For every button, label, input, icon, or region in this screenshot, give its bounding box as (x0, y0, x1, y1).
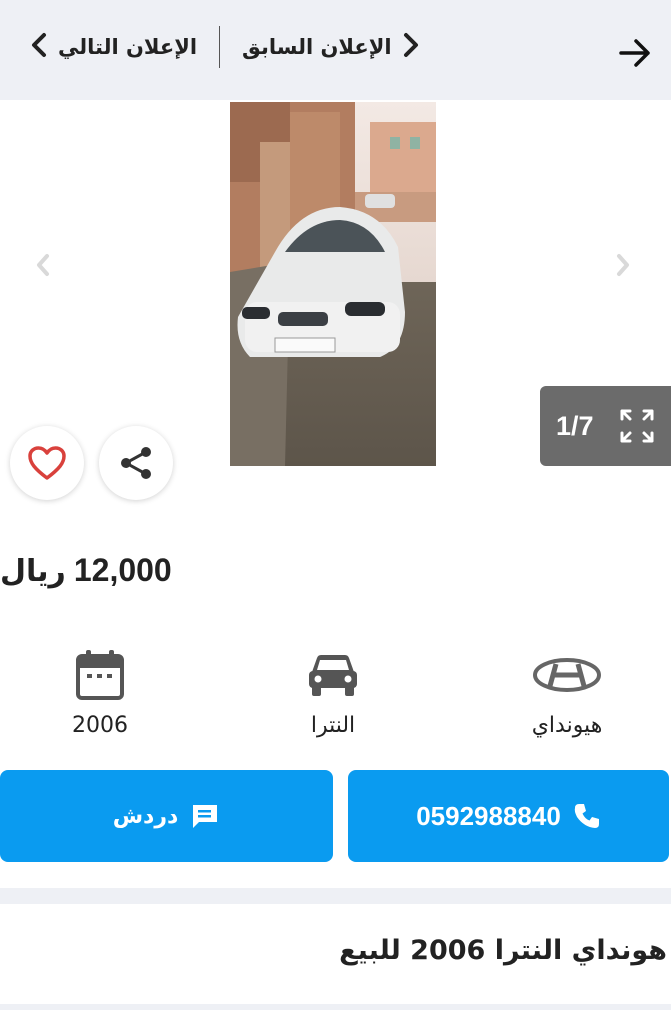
share-icon (121, 447, 151, 479)
car-icon (309, 655, 357, 696)
photo-counter[interactable]: 1/7 (540, 386, 671, 466)
share-button[interactable] (99, 426, 173, 500)
chevron-left-icon (37, 254, 49, 276)
expand-icon (620, 409, 654, 443)
price: ريال 12,000 (0, 552, 172, 589)
hyundai-logo-icon (533, 658, 601, 692)
next-ad-link[interactable]: الإعلان التالي (30, 32, 197, 63)
nav-divider (219, 26, 221, 68)
bottom-separator (0, 1004, 671, 1010)
photo-counter-text: 1/7 (556, 410, 594, 441)
chevron-right-icon (617, 254, 629, 276)
call-button[interactable]: 0592988840 (348, 770, 669, 862)
price-amount: 12,000 (73, 552, 172, 588)
phone-icon (574, 804, 599, 828)
heart-icon (28, 446, 66, 480)
phone-number: 0592988840 (416, 800, 561, 831)
section-separator (0, 888, 671, 904)
photo-gallery: 1/7 (0, 100, 671, 470)
top-bar: الإعلان التالي الإعلان السابق (0, 0, 671, 100)
price-currency: ريال (0, 554, 66, 589)
car-photo[interactable] (230, 102, 436, 466)
previous-ad-label: الإعلان السابق (242, 35, 392, 59)
listing-page: الإعلان التالي الإعلان السابق 1/7 ريال 1… (0, 0, 671, 1010)
chat-icon (193, 805, 218, 828)
spec-make-value: هيونداي (531, 713, 603, 738)
ad-navigation: الإعلان التالي الإعلان السابق (30, 22, 420, 72)
chevron-right-icon (402, 32, 420, 63)
spec-year: 2006 (20, 645, 180, 738)
spec-make: هيونداي (487, 645, 647, 738)
spec-model: النترا (253, 645, 413, 738)
calendar-icon (76, 650, 124, 700)
next-photo-button[interactable] (608, 250, 638, 280)
chat-label: دردش (112, 803, 179, 829)
listing-title: هونداي النترا 2006 للبيع (339, 935, 667, 966)
previous-photo-button[interactable] (28, 250, 58, 280)
chat-button[interactable]: دردش (0, 770, 333, 862)
favorite-button[interactable] (10, 426, 84, 500)
chevron-left-icon (30, 32, 48, 63)
spec-model-value: النترا (310, 713, 356, 738)
back-arrow-icon (619, 39, 650, 67)
back-button[interactable] (610, 28, 660, 78)
next-ad-label: الإعلان التالي (58, 35, 198, 59)
previous-ad-link[interactable]: الإعلان السابق (242, 32, 420, 63)
spec-year-value: 2006 (72, 713, 128, 738)
